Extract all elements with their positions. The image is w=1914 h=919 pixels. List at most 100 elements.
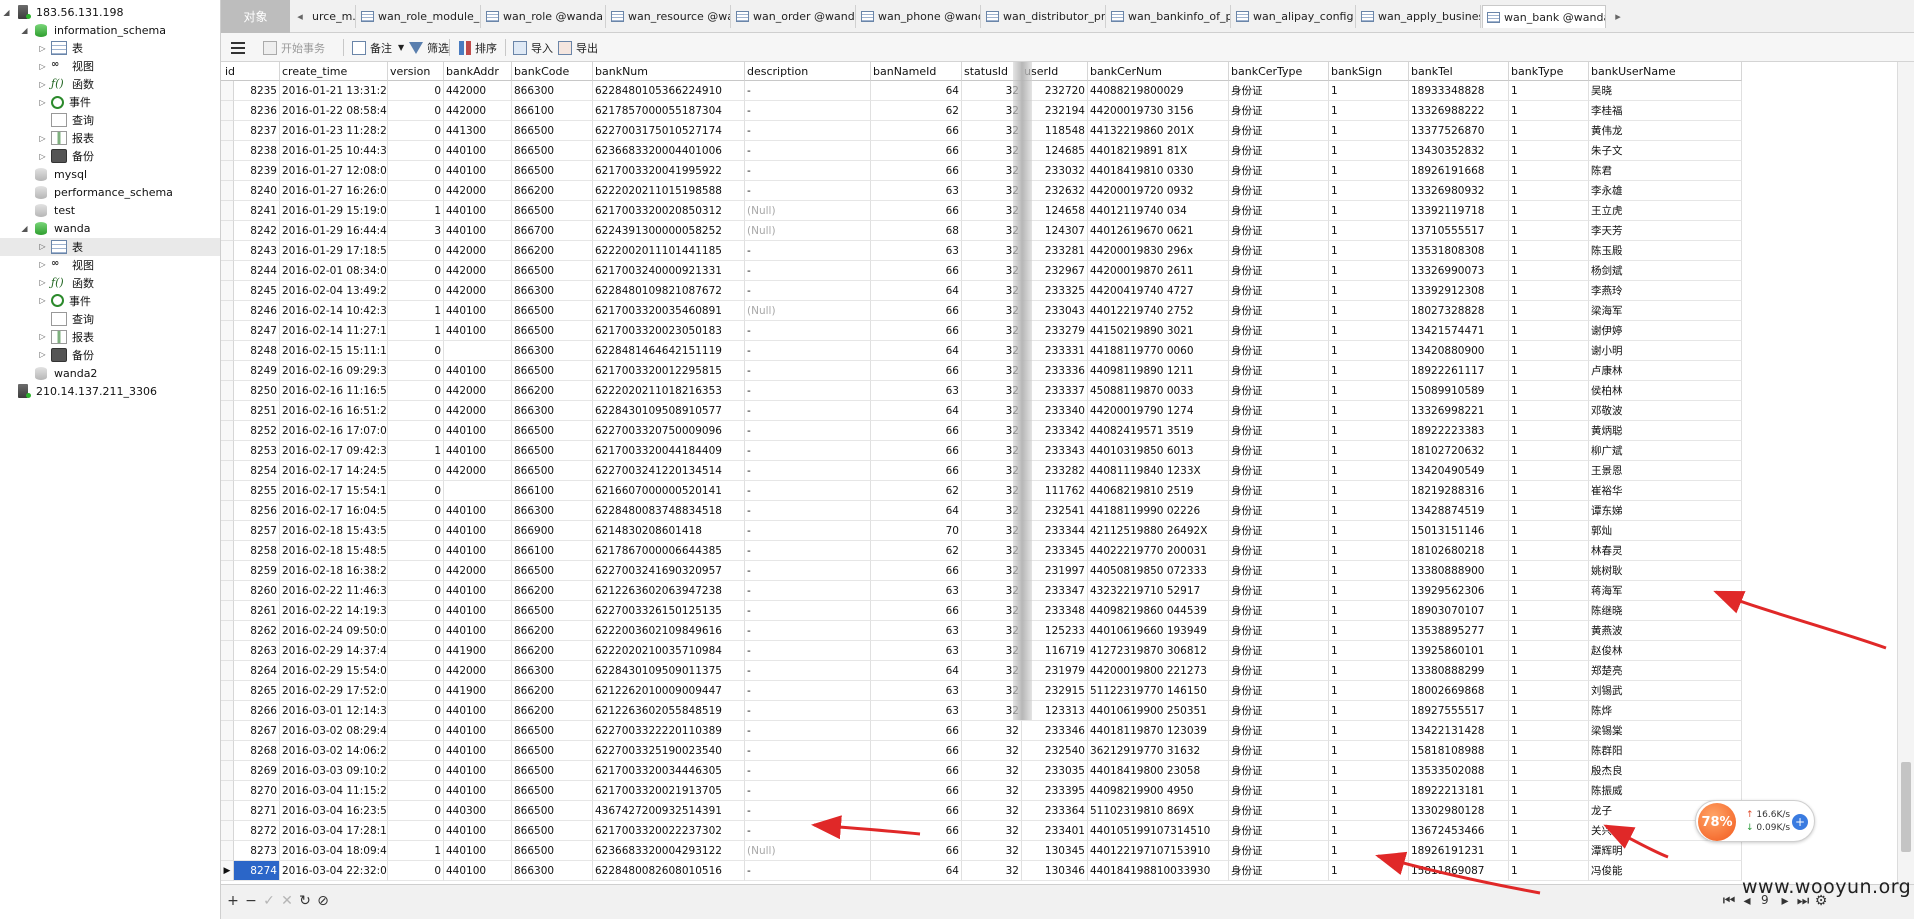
grid-cell[interactable]: 1 (1509, 401, 1589, 421)
grid-cell[interactable]: 1 (1329, 281, 1409, 301)
grid-cell[interactable]: - (745, 541, 871, 561)
grid-cell[interactable]: 1 (1329, 81, 1409, 101)
grid-cell[interactable]: 8264 (234, 661, 280, 681)
grid-cell[interactable]: 李燕玲 (1589, 281, 1742, 301)
grid-cell[interactable]: 0 (388, 161, 444, 181)
grid-cell[interactable]: 440100 (444, 741, 512, 761)
expand-icon[interactable]: ▷ (38, 62, 47, 71)
grid-cell[interactable]: - (745, 421, 871, 441)
grid-cell[interactable]: 1 (1329, 121, 1409, 141)
grid-cell[interactable]: 8235 (234, 81, 280, 101)
tab[interactable]: wan_resource @wan... (607, 5, 731, 28)
grid-cell[interactable]: 441300 (444, 121, 512, 141)
grid-cell[interactable]: 身份证 (1229, 381, 1329, 401)
grid-cell[interactable]: 441900 (444, 681, 512, 701)
grid-cell[interactable]: 64 (871, 661, 962, 681)
grid-cell[interactable]: 66 (871, 261, 962, 281)
grid-cell[interactable]: - (745, 721, 871, 741)
grid-cell[interactable]: 866500 (512, 261, 593, 281)
grid-cell[interactable]: 2016-02-29 14:37:43 (280, 641, 388, 661)
grid-cell[interactable]: 身份证 (1229, 481, 1329, 501)
grid-cell[interactable]: 66 (871, 121, 962, 141)
grid-cell[interactable]: 6222020211015198588 (593, 181, 745, 201)
grid-cell[interactable]: 6217003320022237302 (593, 821, 745, 841)
stop-icon[interactable]: ⊘ (315, 893, 331, 909)
grid-cell[interactable]: 8269 (234, 761, 280, 781)
grid-cell[interactable]: 866500 (512, 821, 593, 841)
grid-cell[interactable]: 6227003241690320957 (593, 561, 745, 581)
grid-cell[interactable]: - (745, 121, 871, 141)
grid-cell[interactable]: 0 (388, 701, 444, 721)
grid-cell[interactable]: 18926191231 (1409, 841, 1509, 861)
grid-cell[interactable]: 1 (1329, 361, 1409, 381)
grid-cell[interactable]: 蒋海军 (1589, 581, 1742, 601)
grid-cell[interactable]: 66 (871, 301, 962, 321)
discard-icon[interactable]: ✕ (279, 893, 295, 909)
grid-cell[interactable]: 8258 (234, 541, 280, 561)
grid-cell[interactable]: 1 (1509, 861, 1589, 881)
grid-cell[interactable]: 身份证 (1229, 421, 1329, 441)
grid-cell[interactable]: 2016-02-17 09:42:39 (280, 441, 388, 461)
grid-cell[interactable]: 6216607000000520141 (593, 481, 745, 501)
grid-cell[interactable]: 442000 (444, 261, 512, 281)
grid-cell[interactable]: 18219288316 (1409, 481, 1509, 501)
grid-cell[interactable]: - (745, 461, 871, 481)
grid-cell[interactable]: 身份证 (1229, 321, 1329, 341)
tab-prev-icon[interactable]: ◂ (293, 5, 307, 28)
grid-cell[interactable]: 44018219891 81X (1088, 141, 1229, 161)
grid-cell[interactable]: 13430352832 (1409, 141, 1509, 161)
grid-cell[interactable]: 身份证 (1229, 461, 1329, 481)
grid-cell[interactable]: 63 (871, 681, 962, 701)
grid-cell[interactable]: 6214830208601418 (593, 521, 745, 541)
grid-cell[interactable]: 13392912308 (1409, 281, 1509, 301)
grid-cell[interactable]: 吴晓 (1589, 81, 1742, 101)
grid-cell[interactable]: 440100 (444, 821, 512, 841)
row-marker[interactable] (221, 441, 234, 461)
tab[interactable]: wan_bank @wanda (... (1482, 5, 1606, 28)
grid-cell[interactable]: - (745, 561, 871, 581)
grid-cell[interactable]: 1 (1509, 581, 1589, 601)
grid-cell[interactable]: 6217867000006644385 (593, 541, 745, 561)
grid-cell[interactable]: 44098219860 044539 (1088, 601, 1229, 621)
apply-icon[interactable]: ✓ (261, 893, 277, 909)
grid-cell[interactable]: 866900 (512, 521, 593, 541)
grid-cell[interactable]: 68 (871, 221, 962, 241)
tree-item[interactable]: ▷ 事件 (0, 292, 220, 310)
grid-cell[interactable]: 866700 (512, 221, 593, 241)
grid-cell[interactable]: 44012219740 2752 (1088, 301, 1229, 321)
grid-cell[interactable]: 2016-03-04 18:09:46 (280, 841, 388, 861)
grid-cell[interactable]: 6217003320020850312 (593, 201, 745, 221)
row-marker[interactable] (221, 81, 234, 101)
grid-cell[interactable]: 32 (962, 741, 1022, 761)
tab[interactable]: wan_apply_business ... (1357, 5, 1481, 28)
grid-cell[interactable]: 44018119870 123039 (1088, 721, 1229, 741)
grid-cell[interactable]: 1 (1329, 261, 1409, 281)
grid-cell[interactable]: 0 (388, 241, 444, 261)
row-marker[interactable] (221, 501, 234, 521)
grid-cell[interactable]: 1 (1329, 761, 1409, 781)
grid-cell[interactable]: 1 (1509, 681, 1589, 701)
grid-cell[interactable]: 44200019800 221273 (1088, 661, 1229, 681)
grid-cell[interactable]: 1 (1329, 401, 1409, 421)
grid-cell[interactable]: 13326980932 (1409, 181, 1509, 201)
grid-cell[interactable]: 身份证 (1229, 681, 1329, 701)
grid-cell[interactable]: 1 (1509, 541, 1589, 561)
row-marker[interactable] (221, 781, 234, 801)
tree-item[interactable]: ▷ ƒ() 函数 (0, 274, 220, 292)
grid-cell[interactable]: 18102720632 (1409, 441, 1509, 461)
grid-cell[interactable]: 18927555517 (1409, 701, 1509, 721)
grid-cell[interactable]: 66 (871, 561, 962, 581)
row-marker[interactable] (221, 521, 234, 541)
grid-cell[interactable]: 赵俊林 (1589, 641, 1742, 661)
grid-cell[interactable]: 13380888299 (1409, 661, 1509, 681)
grid-cell[interactable]: 2016-01-27 12:08:03 (280, 161, 388, 181)
grid-cell[interactable]: 8240 (234, 181, 280, 201)
grid-cell[interactable]: 0 (388, 101, 444, 121)
grid-cell[interactable]: 身份证 (1229, 561, 1329, 581)
grid-cell[interactable]: 13392119718 (1409, 201, 1509, 221)
grid-cell[interactable]: 0 (388, 461, 444, 481)
grid-cell[interactable]: 1 (1329, 421, 1409, 441)
grid-cell[interactable]: 13326990073 (1409, 261, 1509, 281)
grid-cell[interactable]: 6217003240000921331 (593, 261, 745, 281)
grid-cell[interactable]: 440100 (444, 201, 512, 221)
